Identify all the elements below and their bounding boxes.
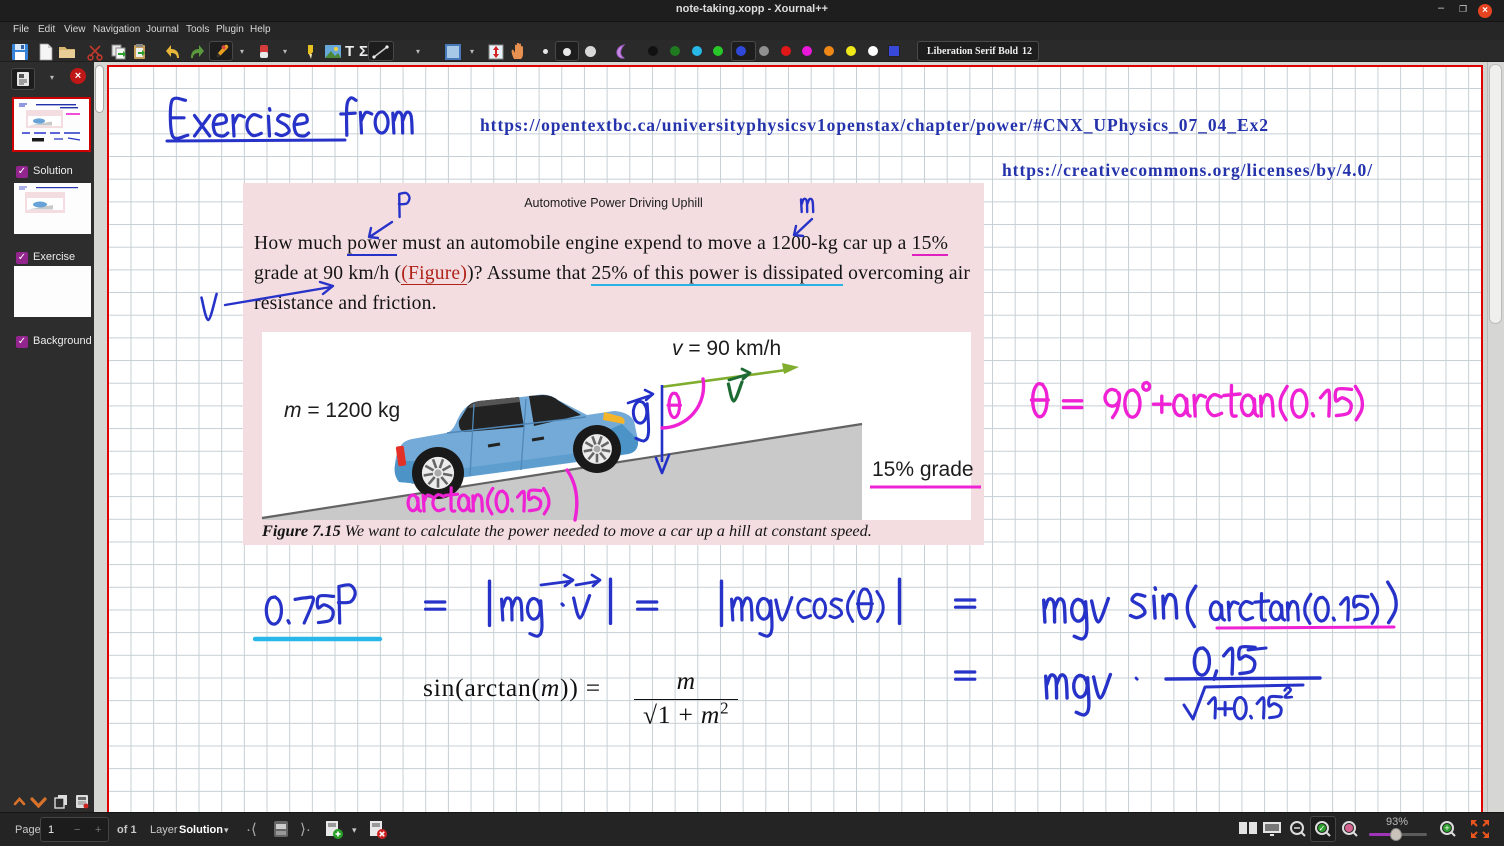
- svg-text:+: +: [1444, 823, 1449, 833]
- svg-text:✓: ✓: [1319, 824, 1326, 833]
